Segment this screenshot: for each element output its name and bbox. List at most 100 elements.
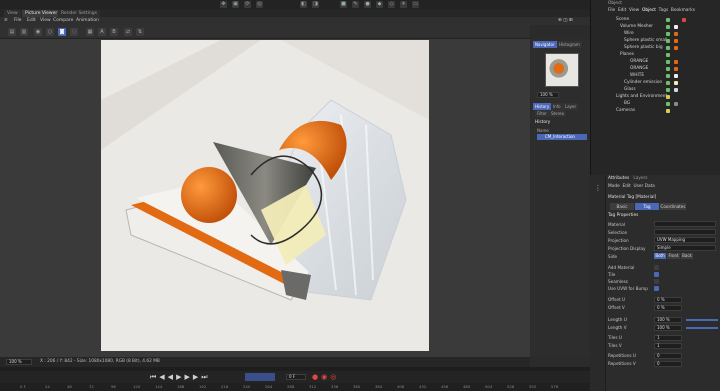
tab-attributes[interactable]: Attributes: [608, 176, 629, 181]
repetitions-v-field[interactable]: 0: [654, 361, 682, 367]
om-menu-edit[interactable]: Edit: [618, 8, 626, 13]
object-row[interactable]: Cameras: [608, 107, 720, 114]
menu-animation[interactable]: Animation: [76, 18, 99, 23]
visibility-icon[interactable]: [666, 66, 670, 71]
tag-icon[interactable]: [674, 59, 678, 64]
channel-mono-icon[interactable]: ◌: [70, 28, 78, 36]
tab-histogram[interactable]: Histogram: [557, 41, 582, 48]
object-row[interactable]: BG: [608, 100, 720, 107]
visibility-icon[interactable]: [666, 73, 670, 78]
side-back-button[interactable]: Back: [681, 253, 693, 259]
object-row[interactable]: Glass: [608, 86, 720, 93]
channel-alpha-icon[interactable]: ○: [46, 28, 54, 36]
tag-icon[interactable]: [674, 38, 678, 43]
tag-icon[interactable]: [682, 17, 686, 22]
tab-info[interactable]: Info: [551, 103, 563, 110]
compare-a-button[interactable]: A: [98, 28, 106, 36]
use-uvw-bump-checkbox[interactable]: [654, 286, 659, 291]
tag-icon[interactable]: [674, 31, 678, 36]
visibility-icon[interactable]: [666, 108, 670, 113]
window-controls-icon[interactable]: ⊕ ◫ ⊞: [558, 18, 573, 23]
channel-active-icon[interactable]: ◙: [58, 28, 66, 36]
om-menu-view[interactable]: View: [629, 8, 639, 13]
visibility-icon[interactable]: [666, 59, 670, 64]
om-menu-object[interactable]: Object: [642, 8, 656, 13]
visibility-icon[interactable]: [666, 52, 670, 57]
sphere-icon[interactable]: ●: [364, 1, 371, 8]
grid-icon[interactable]: ⋮: [594, 184, 602, 192]
object-row[interactable]: ORANGE: [608, 65, 720, 72]
navigator-zoom-field[interactable]: 100 %: [537, 92, 559, 98]
tab-render-settings[interactable]: Render Settings: [58, 10, 100, 17]
om-menu-tags[interactable]: Tags: [659, 8, 669, 13]
length-u-field[interactable]: 100 %: [654, 317, 682, 323]
tag-icon[interactable]: [674, 24, 678, 29]
tab-navigator[interactable]: Navigator: [533, 41, 557, 48]
render-view-icon[interactable]: ◧: [300, 1, 307, 8]
field-icon[interactable]: ◇: [388, 1, 395, 8]
render-picture-icon[interactable]: ◨: [312, 1, 319, 8]
visibility-icon[interactable]: [666, 24, 670, 29]
cube-icon[interactable]: ■: [340, 1, 347, 8]
tab-picture-viewer[interactable]: Picture Viewer: [22, 10, 61, 17]
side-both-button[interactable]: Both: [654, 253, 666, 259]
object-row[interactable]: Sphere plastic big: [608, 44, 720, 51]
light-icon[interactable]: ☀: [400, 1, 407, 8]
attr-menu-user-data[interactable]: User Data: [634, 184, 655, 189]
tab-stereo[interactable]: Stereo: [549, 110, 567, 117]
tag-icon[interactable]: [674, 73, 678, 78]
attr-menu-mode[interactable]: Mode: [608, 184, 620, 189]
tab-layers[interactable]: Layers: [633, 176, 647, 181]
seamless-checkbox[interactable]: [654, 279, 659, 284]
subtab-tag[interactable]: Tag: [635, 203, 659, 210]
object-row[interactable]: Cylinder emission: [608, 79, 720, 86]
timeline-ruler[interactable]: 0 F 24 48 72 96 120 144 168 192 216 240 …: [0, 383, 590, 391]
compare-icon[interactable]: ▦: [86, 28, 94, 36]
scale-tool-icon[interactable]: ▣: [232, 1, 239, 8]
ab-swap-icon[interactable]: ⇄: [124, 28, 132, 36]
tag-icon[interactable]: [674, 66, 678, 71]
history-item[interactable]: CM_Interaction: [537, 134, 587, 140]
tab-layer[interactable]: Layer: [563, 103, 579, 110]
playback-controls[interactable]: ⏮◀◀▶▶▶⏭: [150, 373, 211, 382]
tab-history[interactable]: History: [533, 103, 552, 110]
object-row[interactable]: WHITE: [608, 72, 720, 79]
om-menu-file[interactable]: File: [608, 8, 615, 13]
tiles-v-field[interactable]: 1: [654, 343, 682, 349]
tag-icon[interactable]: [674, 101, 678, 106]
projection-display-dropdown[interactable]: Simple: [654, 245, 716, 251]
menu-hamburger-icon[interactable]: ≡: [4, 18, 8, 23]
tag-icon[interactable]: [674, 87, 678, 92]
save-file-icon[interactable]: ▥: [20, 28, 28, 36]
visibility-icon[interactable]: [666, 101, 670, 106]
object-row[interactable]: Lights and Environment: [608, 93, 720, 100]
subtab-basic[interactable]: Basic: [610, 203, 634, 210]
tiles-u-field[interactable]: 1: [654, 335, 682, 341]
length-u-slider[interactable]: [686, 319, 718, 321]
tab-filter[interactable]: Filter: [535, 110, 549, 117]
open-file-icon[interactable]: ▤: [8, 28, 16, 36]
attr-menu-edit[interactable]: Edit: [622, 184, 630, 189]
material-field[interactable]: [654, 221, 716, 227]
repetitions-u-field[interactable]: 0: [654, 353, 682, 359]
compare-b-button[interactable]: B: [110, 28, 118, 36]
length-v-slider[interactable]: [686, 327, 718, 329]
selection-field[interactable]: [654, 229, 716, 235]
object-row[interactable]: Wire: [608, 30, 720, 37]
visibility-icon[interactable]: [666, 17, 670, 22]
move-tool-icon[interactable]: ✥: [220, 1, 227, 8]
offset-u-field[interactable]: 0 %: [654, 297, 682, 303]
projection-dropdown[interactable]: UVW Mapping: [654, 237, 716, 243]
length-v-field[interactable]: 100 %: [654, 325, 682, 331]
viewer-zoom-field[interactable]: 100 %: [6, 359, 32, 365]
object-row[interactable]: Scene: [608, 16, 720, 23]
deformer-icon[interactable]: ◆: [376, 1, 383, 8]
offset-v-field[interactable]: 0 %: [654, 305, 682, 311]
visibility-icon[interactable]: [666, 38, 670, 43]
menu-view[interactable]: View: [40, 18, 51, 23]
object-row[interactable]: Sphere plastic small: [608, 37, 720, 44]
select-tool-icon[interactable]: ◎: [256, 1, 263, 8]
object-row[interactable]: Volume Mesher: [608, 23, 720, 30]
current-frame-field[interactable]: 0 F: [286, 374, 306, 380]
tag-icon[interactable]: [674, 80, 678, 85]
